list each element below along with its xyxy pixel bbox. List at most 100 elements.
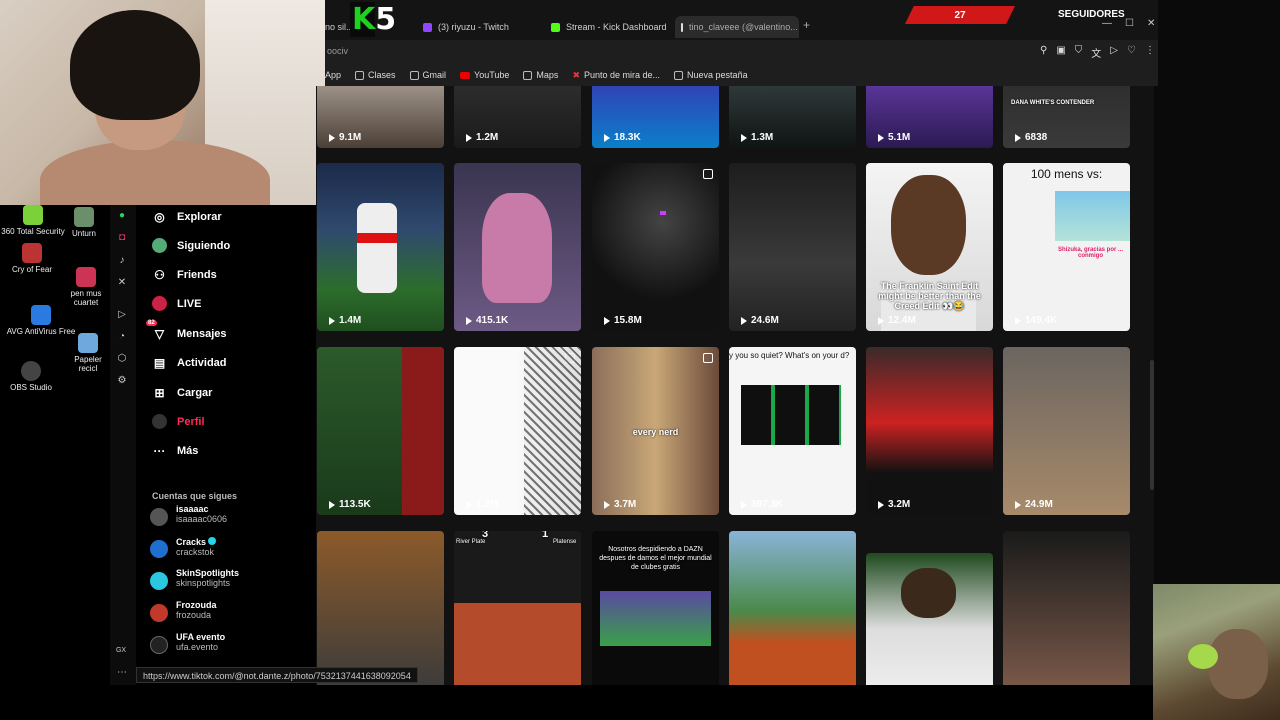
video-card[interactable]: 18.3K bbox=[592, 86, 719, 148]
x-icon[interactable]: ✕ bbox=[116, 277, 128, 289]
video-card[interactable]: every nerd 3.7M bbox=[592, 347, 719, 515]
video-card[interactable]: 5.1M bbox=[866, 86, 993, 148]
video-card[interactable] bbox=[1003, 531, 1130, 686]
desktop-icon-unturned[interactable]: Unturn bbox=[62, 207, 106, 239]
video-card[interactable]: 3.2M bbox=[866, 347, 993, 515]
bookmark-new-tab[interactable]: Nueva pestaña bbox=[674, 70, 748, 80]
history-icon[interactable]: ◔ bbox=[116, 331, 128, 343]
view-count: 1.2M bbox=[466, 132, 498, 143]
video-card[interactable] bbox=[866, 553, 993, 686]
settings-icon[interactable]: ⚙ bbox=[116, 375, 128, 387]
view-count: 397.3K bbox=[741, 499, 783, 510]
heart-icon[interactable]: ♡ bbox=[1127, 45, 1136, 60]
video-card[interactable]: DANA WHITE'S CONTENDER 6838 bbox=[1003, 86, 1130, 148]
account-frozouda[interactable]: Frozouda frozouda bbox=[150, 600, 217, 622]
cube-icon[interactable]: ⬡ bbox=[116, 353, 128, 365]
menu-icon[interactable]: ⋮ bbox=[1145, 45, 1155, 60]
desktop-icon-pen-mus[interactable]: pen mus cuartet bbox=[64, 267, 108, 308]
desktop-icon-obs[interactable]: OBS Studio bbox=[0, 361, 66, 393]
video-card[interactable]: 24.9M bbox=[1003, 347, 1130, 515]
photo-carousel-icon bbox=[703, 353, 713, 363]
tab-kick[interactable]: Stream - Kick Dashboard bbox=[551, 16, 681, 38]
desktop-icon-label: Papeler recicl bbox=[74, 355, 102, 373]
video-card[interactable]: 15.8M bbox=[592, 163, 719, 331]
video-card[interactable] bbox=[317, 531, 444, 686]
play-icon bbox=[466, 316, 472, 325]
bookmark-gmail[interactable]: Gmail bbox=[409, 70, 446, 80]
recycle-bin-icon bbox=[78, 333, 98, 353]
pin-icon[interactable]: ⚲ bbox=[1040, 45, 1047, 60]
video-card[interactable]: The Franklin Saint Edit might be better … bbox=[866, 163, 993, 331]
video-card[interactable]: 1.2M bbox=[454, 86, 581, 148]
nav-explorar[interactable]: ◎ Explorar bbox=[152, 209, 221, 224]
game-icon bbox=[74, 207, 94, 227]
youtube-icon bbox=[460, 71, 471, 79]
video-card[interactable] bbox=[729, 531, 856, 686]
player-icon[interactable]: ▷ bbox=[116, 309, 128, 321]
video-card[interactable]: Nosotros despidiendo a DAZN despues de d… bbox=[592, 531, 719, 686]
maximize-icon[interactable]: ☐ bbox=[1125, 18, 1134, 29]
bookmark-label: YouTube bbox=[474, 70, 510, 80]
tab-tiktok-active[interactable]: tino_claveee (@valentino... bbox=[675, 16, 799, 38]
nav-live[interactable]: LIVE bbox=[152, 296, 201, 311]
video-card[interactable]: 113.5K bbox=[317, 347, 444, 515]
instagram-icon[interactable]: ◘ bbox=[116, 232, 128, 244]
shield-icon[interactable]: ⛉ bbox=[1075, 45, 1083, 60]
more-icon[interactable]: ⋯ bbox=[116, 667, 128, 679]
play-icon bbox=[604, 316, 610, 325]
video-card[interactable]: 1.2M bbox=[454, 347, 581, 515]
url-text[interactable]: oociv bbox=[327, 46, 348, 56]
view-count: 149.4K bbox=[1015, 315, 1057, 326]
video-card[interactable]: 9.1M bbox=[317, 86, 444, 148]
video-caption: The Franklin Saint Edit might be better … bbox=[878, 281, 981, 311]
bookmark-label: Nueva pestaña bbox=[687, 70, 748, 80]
bookmark-youtube[interactable]: YouTube bbox=[460, 70, 509, 80]
video-card[interactable]: y you so quiet? What's on your d? 397.3K bbox=[729, 347, 856, 515]
video-card[interactable]: River Plate 3 1 Platense bbox=[454, 531, 581, 686]
nav-mas[interactable]: ··· Más bbox=[152, 443, 199, 458]
bookmark-clases[interactable]: Clases bbox=[355, 70, 396, 80]
address-bar[interactable]: oociv bbox=[325, 40, 1158, 64]
account-skinspotlights[interactable]: SkinSpotlights skinspotlights bbox=[150, 568, 239, 590]
tab-twitch[interactable]: (3) riyuzu - Twitch bbox=[423, 16, 533, 38]
whatsapp-icon[interactable]: ● bbox=[116, 210, 128, 222]
video-card[interactable]: 1.4M bbox=[317, 163, 444, 331]
nav-actividad[interactable]: ▤ Actividad bbox=[152, 355, 227, 370]
close-icon[interactable]: ✕ bbox=[1147, 18, 1155, 29]
play-icon[interactable]: ▷ bbox=[1110, 45, 1118, 60]
desktop-icon-360-security[interactable]: 360 Total Security bbox=[0, 205, 68, 237]
view-count-text: 12.4M bbox=[888, 315, 916, 326]
desktop-icon-recycle-bin[interactable]: Papeler recicl bbox=[66, 333, 110, 374]
tiktok-icon[interactable]: ♪ bbox=[116, 255, 128, 267]
new-tab-button[interactable]: + bbox=[803, 18, 810, 32]
nav-cargar[interactable]: ⊞ Cargar bbox=[152, 385, 212, 400]
account-ufa-evento[interactable]: UFA evento ufa.evento bbox=[150, 632, 225, 654]
account-isaaaac[interactable]: isaaaac isaaaac0606 bbox=[150, 504, 227, 526]
nav-mensajes[interactable]: ▽ 82 Mensajes bbox=[146, 320, 227, 341]
bookmark-label: Punto de mira de... bbox=[583, 70, 661, 80]
account-cracks[interactable]: Cracks crackstok bbox=[150, 537, 217, 558]
bookmark-app[interactable]: App bbox=[325, 70, 341, 80]
play-icon bbox=[1015, 316, 1021, 325]
view-count-text: 415.1K bbox=[476, 315, 509, 326]
bookmark-maps[interactable]: Maps bbox=[523, 70, 558, 80]
video-card[interactable]: 24.6M bbox=[729, 163, 856, 331]
tab-label: Stream - Kick Dashboard bbox=[566, 22, 667, 32]
status-bar-url: https://www.tiktok.com/@not.dante.z/phot… bbox=[136, 667, 418, 683]
verified-icon bbox=[208, 537, 217, 545]
view-count-text: 1.4M bbox=[339, 315, 362, 326]
translate-icon[interactable]: 文 bbox=[1091, 45, 1101, 60]
nav-perfil[interactable]: Perfil bbox=[152, 414, 205, 429]
video-card[interactable]: 100 mens vs: Shizuka, gracias por ... con… bbox=[1003, 163, 1130, 331]
nav-friends[interactable]: ⚇ Friends bbox=[152, 267, 217, 282]
video-card[interactable]: 1.3M bbox=[729, 86, 856, 148]
avatar bbox=[150, 508, 168, 526]
video-caption: every nerd bbox=[632, 427, 679, 437]
scrollbar[interactable] bbox=[1150, 360, 1154, 490]
screenshot-icon[interactable]: ▣ bbox=[1056, 45, 1065, 60]
view-count-text: 3.2M bbox=[888, 499, 911, 510]
video-card[interactable]: 415.1K bbox=[454, 163, 581, 331]
desktop-icon-cry-of-fear[interactable]: Cry of Fear bbox=[0, 243, 67, 275]
nav-siguiendo[interactable]: Siguiendo bbox=[152, 238, 230, 253]
bookmark-crosshair[interactable]: ✖ Punto de mira de... bbox=[572, 70, 660, 81]
